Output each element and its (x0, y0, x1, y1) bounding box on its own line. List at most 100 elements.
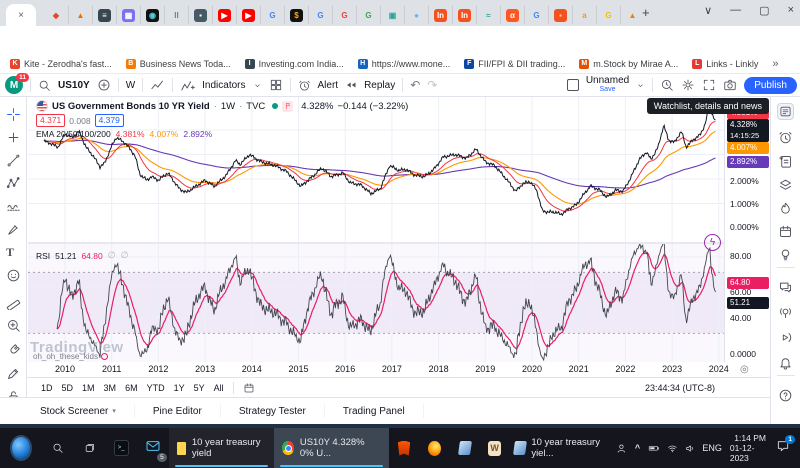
editlock-icon[interactable] (6, 366, 21, 381)
brave-icon[interactable] (398, 441, 410, 456)
taskbar-app-window[interactable]: 10 year treasury yiel... (510, 428, 616, 468)
live-icon[interactable] (777, 304, 794, 321)
range-1M[interactable]: 1M (82, 383, 95, 393)
range-6M[interactable]: 6M (125, 383, 138, 393)
zoomin-icon[interactable] (6, 318, 21, 333)
start-button[interactable] (10, 435, 32, 461)
smiley-icon[interactable] (6, 268, 21, 283)
task-view-icon[interactable] (84, 441, 96, 455)
plus-icon[interactable] (6, 130, 21, 145)
browser-tab-5[interactable]: ll (164, 6, 188, 24)
chart-type-icon[interactable] (150, 78, 165, 93)
alert-icon[interactable] (298, 79, 311, 92)
bookmarks-overflow-icon[interactable]: » (772, 58, 778, 70)
bookmark-item-6[interactable]: LLinks - Linkly (692, 59, 758, 69)
bookmark-item-4[interactable]: FFII/FPI & DII trading... (464, 59, 565, 69)
indicators-button[interactable]: Indicators (202, 80, 245, 91)
bookmark-item-5[interactable]: Mm.Stock by Mirae A... (579, 59, 678, 69)
browser-tab-20[interactable]: G (524, 6, 548, 24)
trend-icon[interactable] (6, 153, 21, 168)
bell-icon[interactable] (777, 354, 794, 371)
browser-tab-2[interactable]: ≡ (92, 6, 116, 24)
terminal-icon[interactable]: >_ (114, 440, 129, 456)
browser-tab-24[interactable]: ▲ (620, 6, 644, 24)
range-5Y[interactable]: 5Y (194, 383, 205, 393)
close-window-icon[interactable]: × (788, 4, 794, 17)
lock-icon[interactable] (6, 389, 21, 397)
add-symbol-icon[interactable] (97, 78, 111, 92)
browser-tab-16[interactable]: In (428, 6, 452, 24)
browser-tab-15[interactable]: ● (404, 6, 428, 24)
panel-tab-stock-screener[interactable]: Stock Screener▾ (40, 404, 135, 418)
range-1D[interactable]: 1D (41, 383, 53, 393)
ema-legend[interactable]: EMA 20/50/100/200 4.381% 4.007% 2.892% (36, 129, 212, 139)
browser-tab-0[interactable]: ◆ (44, 6, 68, 24)
flag-symbol-icon[interactable] (282, 101, 293, 112)
range-5D[interactable]: 5D (62, 383, 74, 393)
quick-search-icon[interactable] (660, 78, 674, 92)
browser-tab-14[interactable]: ▣ (380, 6, 404, 24)
crosshair-icon[interactable] (6, 107, 21, 122)
word-icon[interactable]: W (488, 441, 500, 456)
fullscreen-icon[interactable] (702, 78, 716, 92)
panel-tab-strategy-tester[interactable]: Strategy Tester (221, 404, 325, 418)
publish-button[interactable]: Publish (744, 77, 797, 94)
watchlist-icon[interactable] (777, 103, 794, 120)
save-button[interactable]: Save (600, 85, 616, 94)
tray-clock[interactable]: 1:14 PM01-12-2023 (730, 433, 766, 463)
bookmark-item-1[interactable]: BBusiness News Toda... (126, 59, 231, 69)
chat-icon[interactable] (777, 279, 794, 296)
elliott-icon[interactable] (6, 199, 21, 214)
undo-icon[interactable]: ↶ (410, 78, 420, 92)
redo-icon[interactable]: ↷ (427, 78, 437, 92)
panel-tab-trading-panel[interactable]: Trading Panel (325, 404, 424, 418)
bookmark-item-2[interactable]: IInvesting.com India... (245, 59, 344, 69)
flame-icon[interactable] (777, 200, 794, 217)
interval-button[interactable]: W (126, 80, 135, 91)
layout-select-icon[interactable] (567, 79, 579, 91)
action-center-icon[interactable]: 1 (776, 439, 790, 458)
language-indicator[interactable]: ENG (702, 443, 722, 453)
bulb-icon[interactable] (777, 246, 794, 263)
range-3M[interactable]: 3M (104, 383, 117, 393)
bookmark-item-3[interactable]: Hhttps://www.mone... (358, 59, 451, 69)
firefox-icon[interactable] (428, 441, 440, 456)
replay-icon[interactable] (345, 79, 357, 91)
browser-tab-1[interactable]: ▲ (68, 6, 92, 24)
new-tab-button[interactable]: + (642, 5, 650, 20)
snapshot-camera-icon[interactable] (723, 78, 737, 92)
chevron-down-icon[interactable] (636, 81, 645, 90)
go-to-realtime-icon[interactable]: ◎ (740, 364, 749, 375)
brush-icon[interactable] (6, 222, 21, 237)
panel-tab-pine-editor[interactable]: Pine Editor (135, 404, 221, 418)
active-tab[interactable]: × (6, 4, 36, 26)
layout-name[interactable]: Unnamed (586, 76, 629, 85)
price-scale[interactable]: 4.381%4.328%14:15:254.007%2.892%2.000%1.… (724, 97, 770, 362)
browser-tab-18[interactable]: ≈ (476, 6, 500, 24)
alarm-icon[interactable] (777, 129, 794, 146)
browser-tab-23[interactable]: G (596, 6, 620, 24)
people-icon[interactable] (616, 442, 627, 455)
browser-tab-3[interactable]: ▦ (116, 6, 140, 24)
boost-lightning-icon[interactable]: ϟ (704, 234, 721, 251)
noteplus-icon[interactable] (777, 153, 794, 170)
templates-grid-icon[interactable] (269, 78, 283, 92)
browser-tab-11[interactable]: G (308, 6, 332, 24)
taskbar-search-icon[interactable] (52, 441, 64, 455)
app-icon-1[interactable] (458, 441, 472, 455)
rsi-legend[interactable]: RSI 51.21 64.80 ∅ ∅ (36, 250, 128, 261)
calendar-icon[interactable] (777, 223, 794, 240)
go-to-date-icon[interactable] (243, 382, 255, 394)
symbol-title[interactable]: US Government Bonds 10 YR Yield (52, 101, 210, 112)
ruler-icon[interactable] (6, 295, 21, 310)
magnet-icon[interactable] (6, 343, 21, 358)
range-All[interactable]: All (214, 383, 224, 393)
settings-gear-icon[interactable] (681, 78, 695, 92)
browser-tab-6[interactable]: ▪ (188, 6, 212, 24)
minimize-icon[interactable]: — (730, 4, 741, 17)
mail-icon[interactable]: 5 (145, 438, 161, 459)
range-YTD[interactable]: YTD (147, 383, 165, 393)
browser-tab-13[interactable]: G (356, 6, 380, 24)
text-tool-icon[interactable]: T (6, 245, 21, 260)
browser-tab-12[interactable]: G (332, 6, 356, 24)
